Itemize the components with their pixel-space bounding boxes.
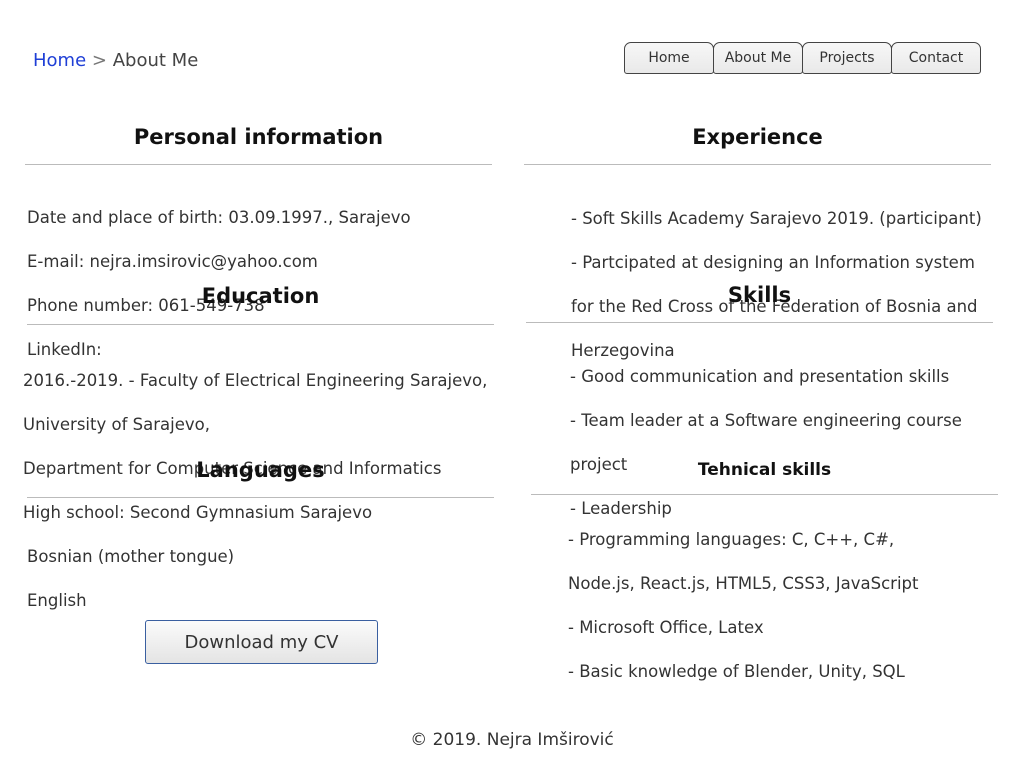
footer: © 2019. Nejra Imširović — [410, 730, 614, 750]
education-title: Education — [201, 284, 320, 308]
technical-line-1: - Programming languages: C, C++, C#, — [568, 530, 895, 549]
languages-section: Languages — [27, 460, 494, 498]
technical-line-4: - Basic knowledge of Blender, Unity, SQL — [568, 662, 905, 681]
language-line-1: Bosnian (mother tongue) — [27, 547, 235, 566]
technical-details: - Programming languages: C, C++, C#, Nod… — [568, 507, 1008, 705]
education-line-4: High school: Second Gymnasium Sarajevo — [23, 503, 373, 522]
education-line-1: 2016.-2019. - Faculty of Electrical Engi… — [23, 371, 488, 390]
languages-divider — [27, 497, 494, 498]
languages-title: Languages — [196, 458, 325, 482]
experience-line-1: - Soft Skills Academy Sarajevo 2019. (pa… — [571, 209, 982, 228]
skills-line-1: - Good communication and presentation sk… — [570, 367, 950, 386]
skills-section: Skills — [526, 285, 993, 323]
nav-tab-projects[interactable]: Projects — [802, 42, 892, 74]
personal-title: Personal information — [133, 125, 384, 149]
experience-divider — [524, 164, 991, 165]
skills-divider — [526, 322, 993, 323]
breadcrumb-separator: > — [91, 50, 107, 71]
education-divider — [27, 324, 494, 325]
technical-title: Tehnical skills — [697, 460, 832, 480]
main-nav: Home About Me Projects Contact — [624, 42, 981, 74]
skills-line-2: - Team leader at a Software engineering … — [570, 411, 962, 430]
personal-divider — [25, 164, 492, 165]
nav-tab-home[interactable]: Home — [624, 42, 714, 74]
breadcrumb-current: About Me — [112, 50, 199, 71]
nav-tab-contact[interactable]: Contact — [891, 42, 981, 74]
education-details: 2016.-2019. - Faculty of Electrical Engi… — [23, 348, 513, 546]
download-cv-button[interactable]: Download my CV — [145, 620, 378, 664]
experience-section: Experience — [524, 127, 991, 165]
education-line-2: University of Sarajevo, — [23, 415, 210, 434]
experience-line-2: - Partcipated at designing an Informatio… — [571, 253, 975, 272]
skills-title: Skills — [727, 283, 792, 307]
breadcrumb: Home > About Me — [33, 50, 198, 71]
technical-line-3: - Microsoft Office, Latex — [568, 618, 764, 637]
nav-tab-about-me[interactable]: About Me — [713, 42, 803, 74]
personal-line-email: E-mail: nejra.imsirovic@yahoo.com — [27, 252, 318, 271]
language-line-2: English — [27, 591, 87, 610]
personal-section: Personal information — [25, 127, 492, 165]
education-section: Education — [27, 286, 494, 325]
personal-line-birth: Date and place of birth: 03.09.1997., Sa… — [27, 208, 411, 227]
breadcrumb-home-link[interactable]: Home — [33, 50, 86, 71]
languages-details: Bosnian (mother tongue) English — [27, 524, 487, 634]
experience-title: Experience — [692, 125, 823, 149]
technical-line-2: Node.js, React.js, HTML5, CSS3, JavaScri… — [568, 574, 919, 593]
technical-divider — [531, 494, 998, 495]
technical-section: Tehnical skills — [531, 462, 998, 495]
